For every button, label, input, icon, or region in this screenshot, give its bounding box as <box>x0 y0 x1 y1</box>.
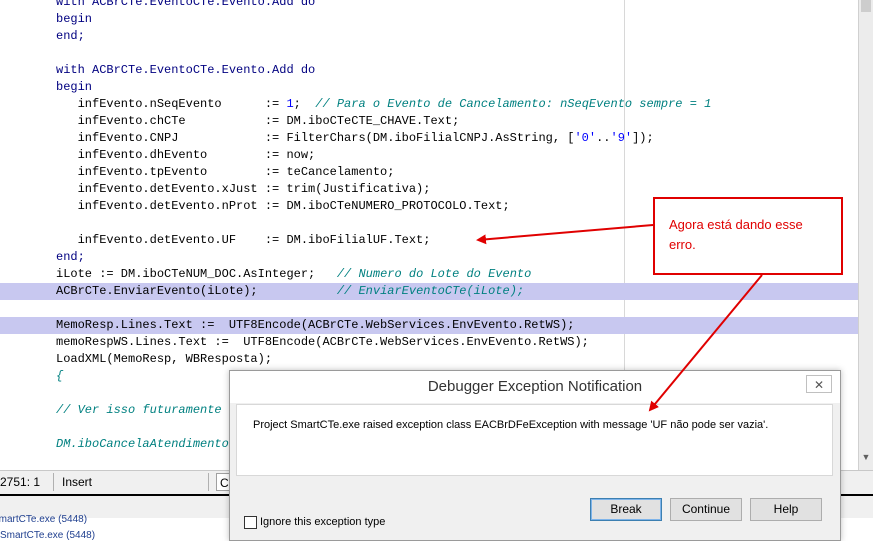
code-token: LoadXML(MemoResp, WBResposta); <box>56 352 273 366</box>
scrollbar-thumb[interactable] <box>861 0 871 12</box>
code-token: infEvento.chCTe := DM.iboCTeCTE_CHAVE.Te… <box>56 114 460 128</box>
ignore-exception-label[interactable]: Ignore this exception type <box>260 516 385 528</box>
close-icon[interactable]: ✕ <box>806 375 832 393</box>
ignore-exception-checkbox[interactable] <box>244 516 257 529</box>
code-line[interactable]: LoadXML(MemoResp, WBResposta); <box>0 351 860 368</box>
annotation-callout: Agora está dando esse erro. <box>653 197 843 275</box>
highlighted-code-line[interactable]: MemoResp.Lines.Text := UTF8Encode(ACBrCT… <box>0 317 860 334</box>
code-line[interactable]: begin <box>0 11 860 28</box>
code-token: infEvento.detEvento.nProt := DM.iboCTeNU… <box>56 199 510 213</box>
code-token: '9' <box>610 131 633 145</box>
debugger-exception-dialog: Debugger Exception Notification ✕ Projec… <box>229 370 841 541</box>
statusbar-separator <box>208 473 209 491</box>
code-token: MemoResp.Lines.Text := UTF8Encode(ACBrCT… <box>56 318 575 332</box>
dialog-title: Debugger Exception Notification <box>427 378 643 395</box>
code-token: begin <box>56 80 93 94</box>
message-area: Project SmartCTe.exe raised exception cl… <box>236 404 833 476</box>
insert-mode: Insert <box>62 475 93 489</box>
code-token: // EnviarEventoCTe(iLote); <box>336 284 525 298</box>
code-line[interactable]: begin <box>0 79 860 96</box>
code-line[interactable]: infEvento.dhEvento := now; <box>0 147 860 164</box>
code-token: // Para o Evento de Cancelamento: nSeqEv… <box>315 97 712 111</box>
code-token: infEvento.detEvento.UF := DM.iboFilialUF… <box>56 233 431 247</box>
code-token: memoRespWS.Lines.Text := UTF8Encode(ACBr… <box>56 335 589 349</box>
code-token: infEvento.nSeqEvento := <box>56 97 287 111</box>
continue-button[interactable]: Continue <box>670 498 742 521</box>
code-line[interactable]: infEvento.detEvento.xJust := trim(Justif… <box>0 181 860 198</box>
code-line[interactable]: end; <box>0 28 860 45</box>
code-token: ACBrCTe.EnviarEvento(iLote); <box>56 284 337 298</box>
code-token: ]); <box>632 131 654 145</box>
code-token: infEvento.detEvento.xJust := trim(Justif… <box>56 182 431 196</box>
code-token: infEvento.dhEvento := now; <box>56 148 316 162</box>
code-line[interactable] <box>0 45 860 62</box>
dialog-titlebar[interactable]: Debugger Exception Notification ✕ <box>230 371 840 403</box>
code-token: infEvento.tpEvento := teCancelamento; <box>56 165 395 179</box>
code-line[interactable]: memoRespWS.Lines.Text := UTF8Encode(ACBr… <box>0 334 860 351</box>
code-token: iLote := DM.iboCTeNUM_DOC.AsInteger; <box>56 267 337 281</box>
code-token: with ACBrCTe.EventoCTe.Evento.Add do <box>56 0 316 9</box>
code-token: // Numero do Lote do Evento <box>336 267 532 281</box>
process-item[interactable]: SmartCTe.exe (5448) <box>0 530 95 541</box>
code-token: begin <box>56 12 93 26</box>
code-token: 1 <box>286 97 294 111</box>
highlighted-code-line[interactable]: ACBrCTe.EnviarEvento(iLote); // EnviarEv… <box>0 283 860 300</box>
code-token: ; <box>293 97 316 111</box>
code-line[interactable]: infEvento.nSeqEvento := 1; // Para o Eve… <box>0 96 860 113</box>
break-button[interactable]: Break <box>590 498 662 521</box>
code-line[interactable]: infEvento.CNPJ := FilterChars(DM.iboFili… <box>0 130 860 147</box>
statusbar-separator <box>53 473 54 491</box>
help-button[interactable]: Help <box>750 498 822 521</box>
code-token: infEvento.CNPJ := FilterChars(DM.iboFili… <box>56 131 575 145</box>
code-token: // Ver isso futuramente <box>56 403 222 417</box>
code-line[interactable]: with ACBrCTe.EventoCTe.Evento.Add do <box>0 62 860 79</box>
cursor-position: 2751: 1 <box>0 475 41 489</box>
code-line[interactable] <box>0 300 860 317</box>
code-token: { <box>56 369 64 383</box>
exception-message: Project SmartCTe.exe raised exception cl… <box>253 419 769 431</box>
code-token: with ACBrCTe.EventoCTe.Evento.Add do <box>56 63 316 77</box>
code-line[interactable]: infEvento.chCTe := DM.iboCTeCTE_CHAVE.Te… <box>0 113 860 130</box>
code-token: '0' <box>574 131 597 145</box>
code-line[interactable]: with ACBrCTe.EventoCTe.Evento.Add do <box>0 0 860 11</box>
vertical-scrollbar[interactable]: ▼ <box>858 0 873 470</box>
code-token: end; <box>56 250 85 264</box>
code-token: end; <box>56 29 85 43</box>
code-token: .. <box>596 131 611 145</box>
code-line[interactable]: infEvento.tpEvento := teCancelamento; <box>0 164 860 181</box>
process-item[interactable]: SmartCTe.exe (5448) <box>0 514 87 525</box>
code-token: DM.iboCancelaAtendimento <box>56 437 229 451</box>
scroll-down-icon[interactable]: ▼ <box>859 450 873 464</box>
